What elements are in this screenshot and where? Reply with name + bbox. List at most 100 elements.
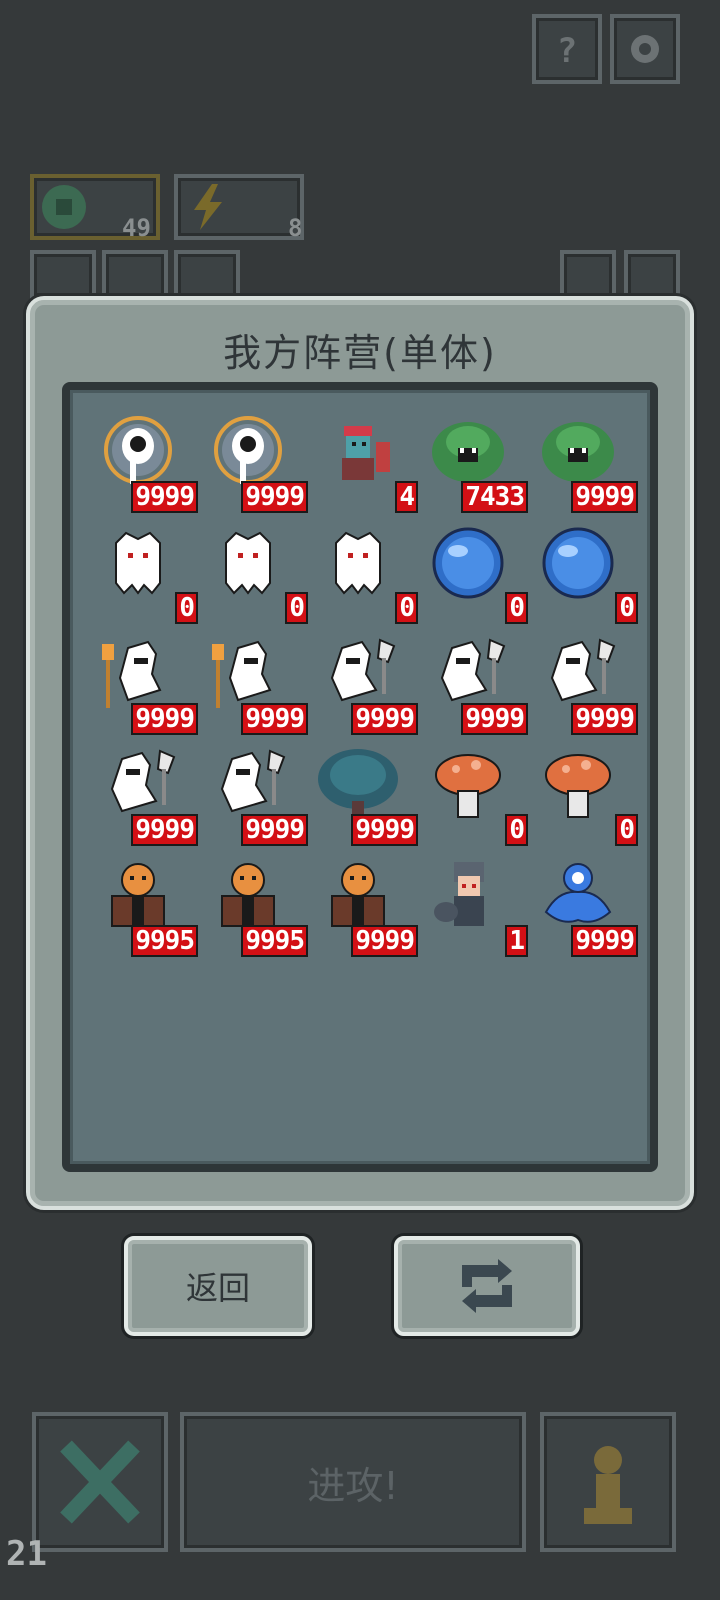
white-knight-axe-icon [550,638,616,702]
refresh-button[interactable] [394,1236,580,1336]
back-button[interactable]: 返回 [124,1236,312,1336]
unit-count: 0 [615,592,638,624]
unit-count: 9999 [131,481,198,513]
question-icon: ? [557,31,577,71]
skill-slot-2[interactable] [102,250,168,300]
unit-slot[interactable]: 9995 [198,852,308,963]
lightning-icon [194,184,222,230]
swap-button[interactable] [560,250,616,300]
resource-b-count: 8 [288,214,303,242]
pawn-icon [584,1446,632,1524]
settings-button[interactable] [610,14,680,84]
close-icon [60,1440,140,1524]
unit-count: 9995 [131,925,198,957]
ghost-halo-icon [214,416,282,484]
unit-count: 9999 [351,814,418,846]
unit-slot[interactable]: 9995 [88,852,198,963]
unit-slot[interactable]: 9999 [88,408,198,519]
unit-slot[interactable]: 9999 [198,741,308,852]
blue-orb-icon [542,527,614,599]
unit-count: 0 [615,814,638,846]
gear-icon [631,35,659,63]
svg-text:?: ? [557,31,577,71]
orange-mushroom-icon [545,754,611,818]
unit-count: 9999 [571,925,638,957]
unit-count: 9999 [351,703,418,735]
unit-count: 0 [395,592,418,624]
unit-slot[interactable]: 0 [198,519,308,630]
unit-slot[interactable]: 9999 [418,630,528,741]
white-ghost-icon [225,531,271,595]
unit-slot[interactable]: 9999 [308,852,418,963]
unit-count: 9999 [131,703,198,735]
white-knight-axe-icon [330,638,396,702]
unit-slot[interactable]: 0 [528,519,638,630]
blue-slime-icon [544,863,612,923]
resource-b-slot [174,174,304,240]
unit-count: 1 [505,925,528,957]
unit-slot[interactable]: 9999 [88,741,198,852]
unit-slot[interactable]: 0 [88,519,198,630]
unit-slot[interactable]: 9999 [308,741,418,852]
pawn-action-button[interactable] [540,1412,676,1552]
white-ghost-icon [115,531,161,595]
unit-slot[interactable]: 1 [418,852,528,963]
refresh-cycle-icon [462,1259,512,1313]
unit-slot[interactable]: 9999 [88,630,198,741]
pumpkin-brute-icon [111,863,165,927]
unit-slot[interactable]: 9999 [528,408,638,519]
cancel-button[interactable] [32,1412,168,1552]
unit-count: 0 [505,592,528,624]
unit-slot[interactable]: 0 [418,741,528,852]
unit-count: 9999 [571,703,638,735]
attack-label: 进攻! [307,1463,399,1508]
unit-grid: 9999 9999 4 7433 9999 0 0 0 0 0 9999 9999 9999 9999 99… [88,408,638,963]
pumpkin-brute-icon [221,863,275,927]
unit-count: 9999 [131,814,198,846]
ghost-halo-icon [104,416,172,484]
unit-count: 9999 [241,814,308,846]
green-bush-monster-icon [542,422,614,482]
unit-count: 9999 [241,703,308,735]
unit-count: 9999 [241,481,308,513]
pumpkin-brute-icon [331,863,385,927]
help-button[interactable]: ? [532,14,602,84]
white-knight-lamp-icon [102,640,162,708]
white-knight-axe-icon [110,749,176,813]
unit-list-panel: 9999 9999 4 7433 9999 0 0 0 0 0 9999 9999 9999 9999 99… [62,382,658,1172]
unit-count: 9999 [351,925,418,957]
unit-slot[interactable]: 9999 [198,630,308,741]
ally-units-dialog: 我方阵营(单体) 9999 9999 4 7433 9999 0 0 0 0 0 9999 9999 9… [26,296,694,1210]
white-ghost-icon [335,531,381,595]
unit-count: 7433 [461,481,528,513]
white-knight-axe-icon [440,638,506,702]
white-knight-axe-icon [220,749,286,813]
unit-slot[interactable]: 7433 [418,408,528,519]
unit-count: 9995 [241,925,308,957]
turn-number: 21 [6,1534,47,1574]
unit-slot[interactable]: 4 [308,408,418,519]
unit-slot[interactable]: 9999 [528,630,638,741]
green-bush-monster-icon [432,422,504,482]
resource-a-count: 49 [122,214,151,242]
teal-tree-icon [318,749,398,821]
unit-slot[interactable]: 9999 [528,852,638,963]
blue-orb-icon [432,527,504,599]
orange-mushroom-icon [435,754,501,818]
attack-button[interactable]: 进攻! [180,1412,526,1552]
unit-slot[interactable]: 9999 [198,408,308,519]
unit-count: 0 [505,814,528,846]
skill-slot-1[interactable] [30,250,96,300]
unit-count: 9999 [461,703,528,735]
back-button-label: 返回 [185,1269,250,1307]
unit-count: 0 [175,592,198,624]
green-coin-icon [42,185,86,229]
pawn-button[interactable] [624,250,680,300]
unit-count: 4 [395,481,418,513]
skill-slot-3[interactable] [174,250,240,300]
unit-slot[interactable]: 9999 [308,630,418,741]
unit-slot[interactable]: 0 [418,519,528,630]
dialog-title: 我方阵营(单体) [223,331,497,375]
unit-slot[interactable]: 0 [308,519,418,630]
unit-slot[interactable]: 0 [528,741,638,852]
